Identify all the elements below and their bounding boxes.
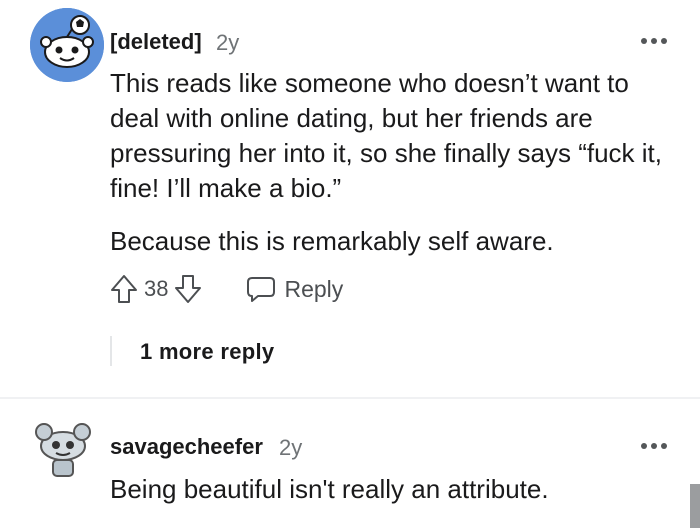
comment-author[interactable]: savagecheefer [110,434,263,460]
scrollbar[interactable] [690,484,700,528]
avatar[interactable] [30,8,104,82]
thread-line [110,336,112,366]
comment-body: Being beautiful isn't really an attribut… [110,472,680,507]
more-replies-link[interactable]: 1 more reply [140,339,274,365]
comment-body: This reads like someone who doesn’t want… [110,66,680,259]
comment-paragraph: Because this is remarkably self aware. [110,226,554,256]
comment-author[interactable]: [deleted] [110,29,202,55]
snoo-avatar-icon [30,8,104,82]
more-options-icon[interactable] [641,441,669,451]
upvote-icon[interactable] [110,274,138,304]
comment-age: 2y [216,30,240,55]
vote-count: 38 [144,276,169,301]
comment-paragraph: This reads like someone who doesn’t want… [110,68,663,203]
reply-button[interactable]: Reply [246,275,343,303]
downvote-icon[interactable] [174,274,202,304]
reply-icon [247,277,276,302]
comment-paragraph: Being beautiful isn't really an attribut… [110,474,549,504]
comment-divider [0,397,700,399]
snoo-avatar-icon [35,423,91,477]
reply-label: Reply [284,275,344,302]
comment-actions: 38 Reply [110,274,343,304]
avatar[interactable] [32,416,106,490]
comment-age: 2y [279,435,303,460]
more-options-icon[interactable] [641,36,669,46]
